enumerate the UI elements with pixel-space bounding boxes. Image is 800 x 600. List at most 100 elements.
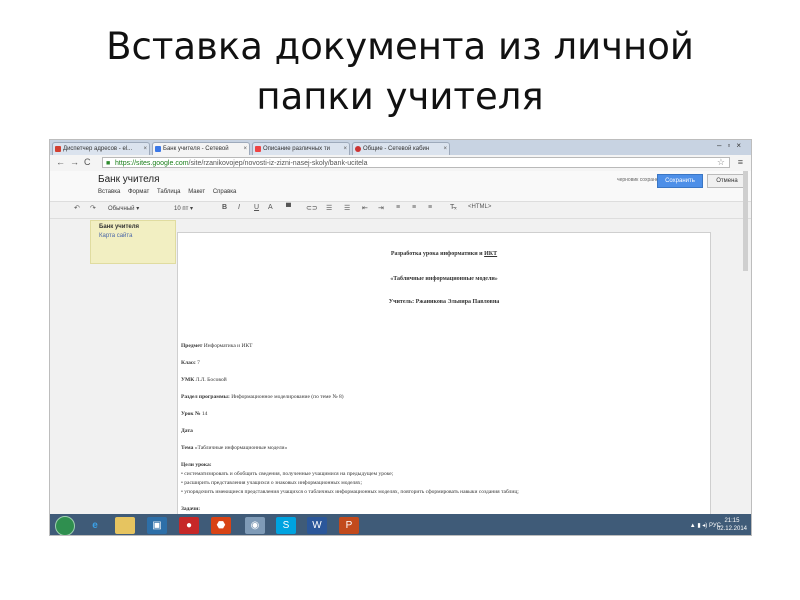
- page-icon: [355, 146, 361, 152]
- align-left-icon[interactable]: ≡: [396, 204, 400, 211]
- doc-label: Предмет: [181, 343, 203, 349]
- tab-label: Банк учителя - Сетевой: [163, 146, 229, 152]
- start-button[interactable]: [55, 516, 75, 535]
- style-select-value: Обычный: [108, 206, 135, 212]
- doc-teacher: Учитель: Ржаникова Эльвира Павловна: [388, 299, 500, 305]
- doc-value: Информатика и ИКТ: [202, 343, 253, 349]
- doc-label: Цели урока:: [181, 462, 212, 468]
- clock[interactable]: 21:15 02.12.2014: [717, 517, 747, 533]
- screenshot: Диспетчер адресов - el... × Банк учителя…: [49, 139, 752, 536]
- save-button[interactable]: Сохранить: [657, 174, 703, 188]
- doc-line-date: Дата: [181, 428, 193, 434]
- menu-layout[interactable]: Макет: [188, 189, 205, 195]
- lock-icon: ■: [106, 160, 111, 167]
- doc-label: УМК: [181, 377, 195, 383]
- document-page[interactable]: Разработка урока информатики и ИКТ «Табл…: [177, 232, 711, 524]
- tab-label: Диспетчер адресов - el...: [63, 146, 133, 152]
- doc-value: «Табличные информационные модели»: [193, 445, 288, 451]
- menu-format[interactable]: Формат: [128, 189, 149, 195]
- menu-table[interactable]: Таблица: [157, 189, 181, 195]
- doc-goal-3: • упорядочить имеющиеся представления уч…: [181, 489, 519, 495]
- html-button[interactable]: <HTML>: [468, 204, 491, 210]
- chrome-icon[interactable]: ◉: [245, 517, 265, 534]
- size-select-value: 10 пт: [174, 206, 189, 212]
- powerpoint-icon[interactable]: P: [339, 517, 359, 534]
- skype-icon[interactable]: S: [276, 517, 296, 534]
- close-icon[interactable]: ×: [143, 143, 147, 155]
- url-host: https://sites.google.com: [115, 160, 189, 167]
- doc-line-goals: Цели урока:: [181, 462, 212, 468]
- clear-format-icon[interactable]: T̶ₓ: [450, 204, 457, 211]
- doc-label: Раздел программы:: [181, 394, 230, 400]
- app-icon[interactable]: ▣: [147, 517, 167, 534]
- doc-line-subject: Предмет Информатика и ИКТ: [181, 343, 252, 349]
- bookmark-star-icon[interactable]: ☆: [717, 157, 725, 168]
- link-icon[interactable]: ⊂⊃: [306, 204, 318, 212]
- back-icon[interactable]: ←: [56, 157, 65, 167]
- tab-bank-uchitelya[interactable]: Банк учителя - Сетевой ×: [152, 142, 250, 155]
- doc-goal-2: • расширить представления учащихся о зна…: [181, 480, 363, 486]
- site-header: Банк учителя Вставка Формат Таблица Маке…: [50, 171, 751, 201]
- italic-icon[interactable]: I: [238, 204, 240, 211]
- tab-address-manager[interactable]: Диспетчер адресов - el... ×: [52, 142, 150, 155]
- align-right-icon[interactable]: ≡: [428, 204, 432, 211]
- url-input[interactable]: ■ https://sites.google.com/site/rzanikov…: [102, 157, 730, 168]
- window-controls[interactable]: –▫×: [717, 141, 747, 150]
- menu-icon[interactable]: ≡: [738, 157, 743, 167]
- indent-less-icon[interactable]: ⇤: [362, 204, 368, 212]
- doc-label: Класс: [181, 360, 196, 366]
- slide-title: Вставка документа из личной папки учител…: [0, 22, 800, 122]
- indent-more-icon[interactable]: ⇥: [378, 204, 384, 212]
- doc-line-class: Класс 7: [181, 360, 200, 366]
- taskbar: e ▣ ● ⬣ ◉ S W P ▲ ▮ ◂) РУС 21:15 02.12.2…: [50, 514, 751, 535]
- doc-label: Задачи:: [181, 506, 201, 512]
- sidebar-item-bank[interactable]: Банк учителя: [99, 224, 139, 230]
- doc-value: 14: [200, 411, 208, 417]
- bold-icon[interactable]: B: [222, 204, 227, 211]
- doc-value: 7: [195, 360, 200, 366]
- sidebar: Банк учителя Карта сайта: [90, 220, 176, 264]
- doc-heading: Разработка урока информатики и ИКТ: [178, 251, 710, 257]
- tab-network-cabinet[interactable]: Общие - Сетевой кабин ×: [352, 142, 450, 155]
- doc-line-lesson: Урок № 14: [181, 411, 207, 417]
- menu-insert[interactable]: Вставка: [98, 189, 120, 195]
- doc-label: Урок №: [181, 411, 201, 417]
- undo-icon[interactable]: ↶: [74, 204, 80, 212]
- size-select[interactable]: 10 пт ▾: [174, 205, 210, 214]
- align-center-icon[interactable]: ≡: [412, 204, 416, 211]
- clock-time: 21:15: [724, 518, 740, 524]
- close-icon[interactable]: ×: [343, 143, 347, 155]
- doc-value: Информационное моделирование (по теме № …: [229, 394, 344, 400]
- style-select[interactable]: Обычный ▾: [108, 205, 168, 214]
- redo-icon[interactable]: ↷: [90, 204, 96, 212]
- word-icon[interactable]: W: [307, 517, 327, 534]
- scrollbar[interactable]: [743, 171, 748, 271]
- reload-icon[interactable]: C: [84, 157, 91, 167]
- editor-menubar: Вставка Формат Таблица Макет Справка: [98, 189, 242, 195]
- numbered-list-icon[interactable]: ☰: [326, 204, 332, 212]
- doc-heading-ikt: ИКТ: [484, 251, 498, 257]
- highlight-icon[interactable]: ▀: [286, 204, 291, 211]
- app-icon[interactable]: ●: [179, 517, 199, 534]
- text-color-icon[interactable]: A: [268, 204, 273, 211]
- bullet-list-icon[interactable]: ☰: [344, 204, 350, 212]
- doc-label: Тема: [181, 445, 194, 451]
- tab-label: Общие - Сетевой кабин: [363, 146, 430, 152]
- cancel-button[interactable]: Отмена: [707, 174, 747, 188]
- url-path: /site/rzanikovojep/novosti-iz-zizni-nase…: [188, 160, 368, 167]
- doc-line-tasks: Задачи:: [181, 506, 200, 512]
- clock-date: 02.12.2014: [716, 526, 747, 532]
- close-icon[interactable]: ×: [243, 143, 247, 155]
- close-icon[interactable]: ×: [443, 143, 447, 155]
- folder-icon[interactable]: [115, 517, 135, 534]
- sidebar-item-sitemap[interactable]: Карта сайта: [99, 233, 132, 239]
- sites-icon: [155, 146, 161, 152]
- underline-icon[interactable]: U: [254, 204, 259, 211]
- ie-icon[interactable]: e: [85, 517, 105, 534]
- menu-help[interactable]: Справка: [213, 189, 237, 195]
- app-icon[interactable]: ⬣: [211, 517, 231, 534]
- tab-description[interactable]: Описание различных ти ×: [252, 142, 350, 155]
- forward-icon[interactable]: →: [70, 157, 79, 167]
- address-bar: ← → C ■ https://sites.google.com/site/rz…: [50, 155, 751, 172]
- site-name: Банк учителя: [98, 174, 160, 185]
